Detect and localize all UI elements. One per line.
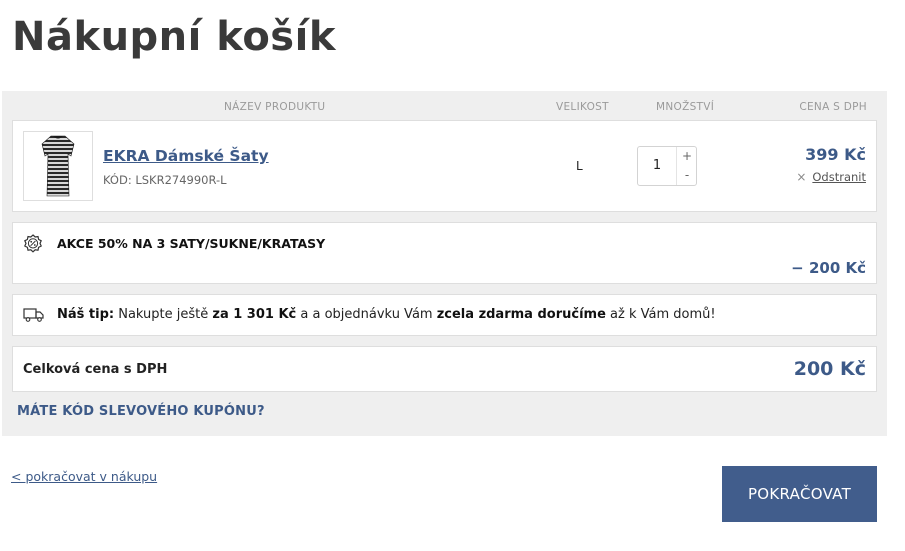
close-icon: × bbox=[796, 170, 807, 184]
column-header-product-name: NÁZEV PRODUKTU bbox=[224, 101, 326, 113]
promo-title: AKCE 50% NA 3 SATY/SUKNE/KRATASY bbox=[57, 236, 326, 251]
quantity-increase-button[interactable]: + bbox=[677, 147, 697, 166]
tip-text-part: Nakupte ještě bbox=[114, 307, 213, 322]
cart-panel: NÁZEV PRODUKTU VELIKOST MNOŽSTVÍ CENA S … bbox=[2, 91, 887, 436]
column-header-size: VELIKOST bbox=[556, 101, 609, 113]
shipping-tip-text: Náš tip: Nakupte ještě za 1 301 Kč a a o… bbox=[57, 307, 716, 322]
dress-thumbnail-icon[interactable] bbox=[23, 131, 93, 201]
tip-text-part: až k Vám domů! bbox=[605, 307, 716, 322]
promo-row: AKCE 50% NA 3 SATY/SUKNE/KRATASY − 200 K… bbox=[12, 222, 877, 284]
column-header-quantity: MNOŽSTVÍ bbox=[656, 101, 715, 113]
total-value: 200 Kč bbox=[793, 358, 866, 380]
product-name-link[interactable]: EKRA Dámské Šaty bbox=[103, 147, 269, 165]
total-label: Celková cena s DPH bbox=[23, 362, 168, 377]
page-title: Nákupní košík bbox=[12, 14, 336, 60]
quantity-decrease-button[interactable]: - bbox=[677, 166, 697, 185]
column-header-price: CENA S DPH bbox=[799, 101, 867, 113]
continue-shopping-link[interactable]: < pokračovat v nákupu bbox=[11, 469, 157, 484]
remove-label: Odstranit bbox=[812, 170, 866, 184]
coupon-code-link[interactable]: MÁTE KÓD SLEVOVÉHO KUPÓNU? bbox=[17, 404, 265, 419]
promo-discount-amount: − 200 Kč bbox=[791, 259, 866, 277]
remove-item-button[interactable]: × Odstranit bbox=[796, 170, 866, 184]
tip-highlight: zcela zdarma doručíme bbox=[436, 307, 606, 322]
total-row: Celková cena s DPH 200 Kč bbox=[12, 346, 877, 392]
shipping-tip-row: Náš tip: Nakupte ještě za 1 301 Kč a a o… bbox=[12, 294, 877, 336]
cart-item-row: EKRA Dámské Šaty KÓD: LSKR274990R-L L 1 … bbox=[12, 120, 877, 212]
product-code: KÓD: LSKR274990R-L bbox=[103, 173, 227, 187]
product-size: L bbox=[576, 159, 583, 173]
quantity-input[interactable]: 1 bbox=[638, 147, 676, 185]
truck-icon bbox=[23, 307, 45, 327]
tip-label: Náš tip: bbox=[57, 307, 115, 322]
product-price: 399 Kč bbox=[805, 145, 866, 164]
tip-text-part: a a objednávku Vám bbox=[296, 307, 437, 322]
tip-amount: za 1 301 Kč bbox=[212, 307, 297, 322]
percent-badge-icon bbox=[23, 234, 43, 258]
quantity-stepper: 1 + - bbox=[637, 146, 697, 186]
continue-button[interactable]: POKRAČOVAT bbox=[722, 466, 877, 522]
